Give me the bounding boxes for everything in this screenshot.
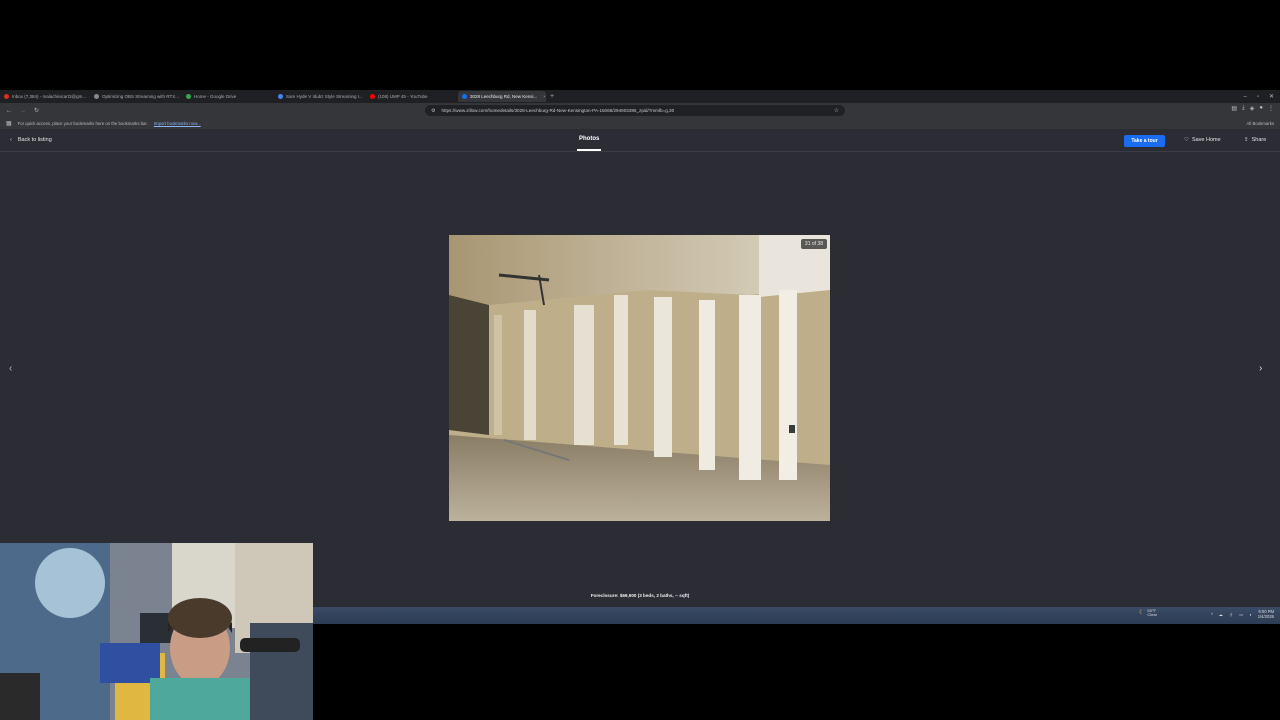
extensions-area: ▤ ⤓ ◈ ● ⋮ bbox=[1231, 105, 1274, 112]
tab-label: Optimizing OBS Streaming with RTX... bbox=[102, 94, 179, 99]
windows-taskbar: ☾ 55°F Clear ^ ☁ ⏚ ▭ ◖ 9:00 PM 1/4/2026 bbox=[313, 607, 1280, 624]
youtube-icon bbox=[370, 94, 375, 99]
browser-tab-obs[interactable]: Optimizing OBS Streaming with RTX... bbox=[90, 91, 182, 102]
browser-toolbar: ← → ↻ ⚙ https://www.zillow.com/homedetai… bbox=[0, 103, 1280, 118]
new-tab-button[interactable]: + bbox=[546, 91, 558, 102]
save-home-button[interactable]: ♡ Save Home bbox=[1184, 137, 1221, 143]
clock[interactable]: 9:00 PM 1/4/2026 bbox=[1257, 609, 1274, 619]
site-icon bbox=[278, 94, 283, 99]
bookmarks-hint: For quick access, place your bookmarks h… bbox=[17, 121, 148, 126]
tab-photos[interactable]: Photos bbox=[579, 136, 599, 142]
photo-counter: 31 of 38 bbox=[800, 239, 827, 249]
google-drive-icon bbox=[186, 94, 191, 99]
weather-desc: Clear bbox=[1147, 612, 1157, 618]
back-to-listing-button[interactable]: ‹ Back to listing bbox=[10, 137, 52, 143]
browser-tab-strip: Inbox (7,384) - malachinicart3@gm... Opt… bbox=[0, 90, 1280, 103]
viewer-header: ‹ Back to listing Photos Take a tour ♡ S… bbox=[0, 130, 1280, 152]
tab-label: Inbox (7,384) - malachinicart3@gm... bbox=[12, 94, 87, 99]
window-controls: – ▫ ✕ bbox=[1243, 90, 1274, 103]
extension-icon[interactable]: ▤ bbox=[1231, 105, 1237, 112]
all-bookmarks-button[interactable]: All Bookmarks bbox=[1247, 121, 1274, 126]
site-info-icon[interactable]: ⚙ bbox=[431, 108, 435, 114]
maximize-icon[interactable]: ▫ bbox=[1257, 94, 1259, 100]
back-label: Back to listing bbox=[17, 137, 52, 143]
close-icon[interactable]: ✕ bbox=[1269, 93, 1274, 100]
heart-icon: ♡ bbox=[1184, 137, 1189, 143]
import-bookmarks-link[interactable]: Import bookmarks now... bbox=[154, 121, 201, 126]
monitor-icon[interactable]: ▭ bbox=[1239, 612, 1243, 617]
reload-icon[interactable]: ↻ bbox=[34, 107, 39, 114]
garage-interior-image bbox=[449, 235, 830, 521]
address-bar[interactable]: ⚙ https://www.zillow.com/homedetails/302… bbox=[425, 105, 845, 116]
browser-tab-zillow[interactable]: 3028 Leechburg Rd, New Kensi... × bbox=[458, 91, 546, 102]
apps-grid-icon[interactable]: ▦ bbox=[6, 120, 12, 127]
chevron-left-icon: ‹ bbox=[10, 137, 12, 143]
moon-icon: ☾ bbox=[1139, 610, 1145, 617]
gmail-icon bbox=[4, 94, 9, 99]
share-label: Share bbox=[1251, 137, 1267, 143]
tray-chevron-up-icon[interactable]: ^ bbox=[1211, 612, 1213, 617]
download-icon[interactable]: ⤓ bbox=[1242, 105, 1245, 112]
url-text: https://www.zillow.com/homedetails/3028-… bbox=[441, 108, 675, 113]
photo-viewer: ‹ Back to listing Photos Take a tour ♡ S… bbox=[0, 130, 1280, 607]
share-icon: ⇪ bbox=[1244, 137, 1249, 143]
browser-tab-streaming[interactable]: Sam Hyde V Idubz Style Streaming I... bbox=[274, 91, 366, 102]
webcam-overlay bbox=[0, 543, 313, 720]
forward-arrow-icon[interactable]: → bbox=[20, 108, 26, 114]
tab-label: Sam Hyde V Idubz Style Streaming I... bbox=[286, 94, 363, 99]
tab-label: (108) UMP 45 - YouTube bbox=[378, 94, 428, 99]
cloud-icon[interactable]: ☁ bbox=[1219, 612, 1223, 617]
extensions-puzzle-icon[interactable]: ◈ bbox=[1250, 105, 1255, 112]
volume-icon[interactable]: ◖ bbox=[1249, 612, 1252, 617]
system-tray: ^ ☁ ⏚ ▭ ◖ 9:00 PM 1/4/2026 bbox=[1211, 609, 1274, 619]
bookmark-star-icon[interactable]: ☆ bbox=[834, 107, 839, 114]
tab-label: Home - Google Drive bbox=[194, 94, 237, 99]
tab-label: 3028 Leechburg Rd, New Kensi... bbox=[470, 94, 538, 99]
weather-widget[interactable]: ☾ 55°F Clear bbox=[1139, 608, 1157, 618]
browser-tab-youtube[interactable]: (108) UMP 45 - YouTube bbox=[366, 91, 458, 102]
next-photo-button[interactable]: › bbox=[1259, 363, 1262, 374]
zillow-icon bbox=[462, 94, 467, 99]
browser-tab-drive[interactable]: Home - Google Drive bbox=[182, 91, 274, 102]
listing-photo: 31 of 38 bbox=[449, 235, 830, 521]
previous-photo-button[interactable]: ‹ bbox=[9, 363, 12, 374]
menu-icon[interactable]: ⋮ bbox=[1268, 105, 1274, 112]
take-a-tour-button[interactable]: Take a tour bbox=[1124, 135, 1165, 147]
active-tab-indicator bbox=[577, 149, 601, 151]
clock-date: 1/4/2026 bbox=[1257, 613, 1274, 619]
back-arrow-icon[interactable]: ← bbox=[6, 108, 12, 114]
profile-icon[interactable]: ● bbox=[1259, 105, 1263, 112]
save-home-label: Save Home bbox=[1191, 137, 1221, 143]
browser-tab-gmail[interactable]: Inbox (7,384) - malachinicart3@gm... bbox=[0, 91, 90, 102]
usb-icon[interactable]: ⏚ bbox=[1229, 612, 1233, 618]
bookmarks-bar: ▦ For quick access, place your bookmarks… bbox=[0, 118, 1280, 130]
minimize-icon[interactable]: – bbox=[1243, 94, 1246, 100]
streamer-webcam-image bbox=[0, 543, 313, 720]
site-icon bbox=[94, 94, 99, 99]
share-button[interactable]: ⇪ Share bbox=[1244, 137, 1266, 143]
